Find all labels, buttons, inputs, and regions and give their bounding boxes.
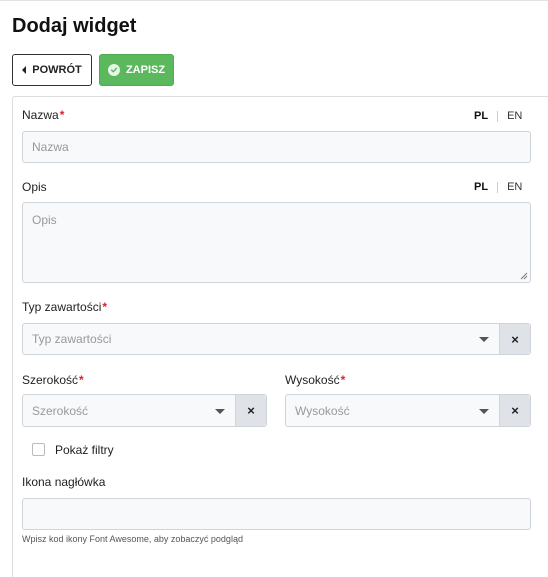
required-mark: * (79, 373, 84, 387)
content-type-value[interactable]: Typ zawartości (23, 324, 499, 354)
clear-button[interactable]: × (499, 324, 530, 354)
page-title: Dodaj widget (12, 15, 137, 37)
resize-handle-icon[interactable] (520, 272, 528, 280)
back-button-label: POWRÓT (32, 64, 82, 76)
required-mark: * (102, 300, 108, 314)
width-select[interactable]: Szerokość × (22, 394, 267, 427)
clear-button[interactable]: × (499, 395, 530, 426)
width-label: Szerokość* (22, 373, 84, 387)
clear-button[interactable]: × (235, 395, 266, 426)
content-type-select[interactable]: Typ zawartości × (22, 323, 531, 355)
description-label: Opis (22, 180, 47, 194)
chevron-down-icon (215, 408, 225, 414)
content-type-label: Typ zawartości* (22, 300, 108, 314)
header-icon-input[interactable] (22, 498, 531, 530)
show-filters-label[interactable]: Pokaż filtry (55, 443, 114, 457)
name-input-placeholder: Nazwa (32, 140, 69, 154)
show-filters-checkbox[interactable] (32, 443, 45, 456)
width-value[interactable]: Szerokość (23, 395, 235, 426)
height-select[interactable]: Wysokość × (285, 394, 531, 427)
required-mark: * (59, 108, 65, 122)
top-divider (0, 0, 548, 1)
lang-pl-tab[interactable]: PL (474, 110, 488, 122)
save-button[interactable]: ZAPISZ (99, 54, 174, 86)
back-button[interactable]: POWRÓT (12, 54, 92, 86)
header-icon-label: Ikona nagłówka (22, 475, 106, 489)
name-input[interactable]: Nazwa (22, 131, 531, 163)
chevron-down-icon (479, 408, 489, 414)
caret-left-icon (22, 66, 27, 74)
description-language-switch: PL EN (474, 181, 522, 193)
height-value[interactable]: Wysokość (286, 395, 499, 426)
chevron-down-icon (479, 337, 489, 342)
header-icon-hint: Wpisz kod ikony Font Awesome, aby zobacz… (22, 534, 243, 544)
height-label: Wysokość* (285, 373, 346, 387)
name-label: Nazwa* (22, 108, 65, 122)
required-mark: * (340, 373, 346, 387)
name-language-switch: PL EN (474, 110, 522, 122)
lang-en-tab[interactable]: EN (507, 181, 522, 193)
description-textarea[interactable]: Opis (22, 202, 531, 283)
lang-separator (497, 110, 499, 122)
save-button-label: ZAPISZ (125, 64, 166, 76)
lang-pl-tab[interactable]: PL (474, 181, 488, 193)
description-placeholder: Opis (32, 213, 57, 227)
lang-en-tab[interactable]: EN (507, 110, 522, 122)
check-circle-icon (107, 64, 120, 76)
lang-separator (497, 181, 499, 193)
